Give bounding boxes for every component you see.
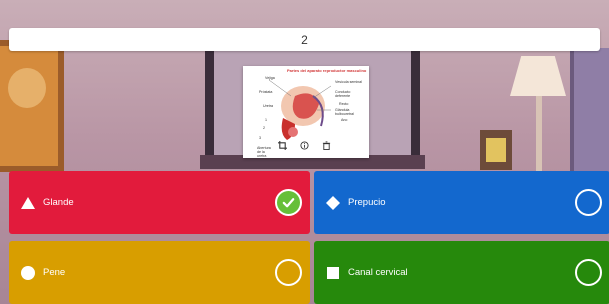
label-uretra: Uretra [263,104,273,108]
poster-decoration [0,40,64,172]
lamp-shade-decoration [510,56,566,96]
select-circle-icon[interactable] [275,259,302,286]
picture-frame-image [486,138,506,162]
lamp-stand-decoration [536,96,542,171]
answer-label: Canal cervical [348,267,408,278]
label-conducto: Conducto deferente [335,90,351,98]
label-prostata: Próstata [259,90,273,94]
label-1: 1 [265,118,267,122]
checkmark-icon [275,189,302,216]
triangle-icon [21,197,35,209]
label-vesicula: Vesícula seminal [335,80,362,84]
question-image[interactable]: Partes del aparato reproductor masculino… [243,66,369,158]
square-icon [327,267,339,279]
answer-label: Prepucio [348,197,386,208]
label-recto: Recto [339,102,349,106]
answer-label: Pene [43,267,66,278]
diamond-icon [326,196,340,210]
label-3: 3 [259,136,261,140]
info-icon[interactable] [299,140,309,150]
question-bar: 2 [9,28,600,51]
poster-character [8,68,46,108]
answer-option-1[interactable]: Glande [9,171,310,234]
label-2: 2 [263,126,265,130]
circle-icon [21,266,35,280]
select-circle-icon[interactable] [575,259,602,286]
answer-option-4[interactable]: Canal cervical [314,241,609,304]
answer-option-2[interactable]: Prepucio [314,171,609,234]
answer-label: Glande [43,197,74,208]
select-circle-icon[interactable] [575,189,602,216]
question-number: 2 [301,32,308,47]
label-vejiga: Vejiga [265,76,275,80]
crop-icon[interactable] [277,140,287,150]
window-decoration [570,48,609,172]
label-glandula: Glándula bulbouretral [335,108,354,116]
image-toolbar [277,140,331,150]
label-ano: Ano [341,118,348,122]
answer-option-3[interactable]: Pene [9,241,310,304]
trash-icon[interactable] [321,140,331,150]
label-abertura: Abertura de la uretra [257,146,271,158]
